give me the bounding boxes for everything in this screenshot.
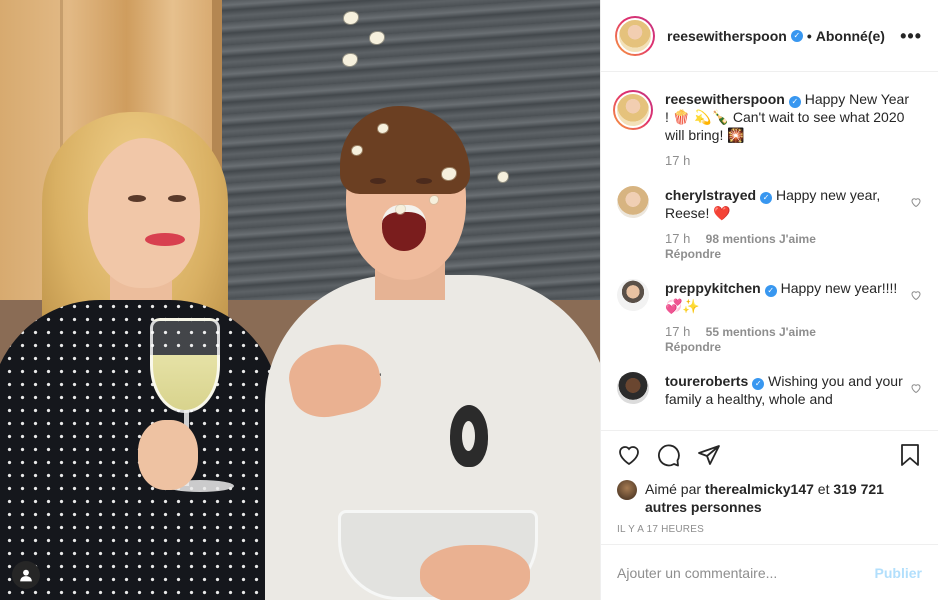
author-avatar[interactable] xyxy=(615,15,655,56)
more-options-icon[interactable]: ••• xyxy=(900,27,922,45)
woman-eye xyxy=(168,195,186,202)
woman-lips xyxy=(145,233,185,246)
comment-avatar[interactable] xyxy=(617,186,649,218)
post-side-panel: reesewitherspoon ✓ • Abonné(e) ••• reese… xyxy=(600,0,938,600)
comment-likes[interactable]: 55 mentions J'aime xyxy=(706,325,816,339)
woman-face xyxy=(88,138,200,288)
comment-avatar[interactable] xyxy=(617,279,649,311)
author-info: reesewitherspoon ✓ • Abonné(e) xyxy=(667,28,885,44)
comment-username[interactable]: toureroberts xyxy=(665,373,748,389)
woman-eye xyxy=(128,195,146,202)
header-separator: • xyxy=(806,27,812,44)
follow-status-button[interactable]: Abonné(e) xyxy=(816,28,885,44)
post-timestamp[interactable]: IL Y A 17 HEURES xyxy=(601,524,938,535)
comment-input[interactable] xyxy=(617,564,875,581)
reply-button[interactable]: Répondre xyxy=(665,247,909,261)
woman-hand xyxy=(138,420,198,490)
likes-text: Aimé par therealmicky147 et 319 721 autr… xyxy=(645,480,922,516)
instagram-post: OFF-WHITE™ reesewitherspoon ✓ • Abonné(e… xyxy=(0,0,938,600)
comments-list[interactable]: reesewitherspoon ✓ Happy New Year ! 🍿 💫🍾 … xyxy=(601,72,938,430)
wine-glass xyxy=(150,318,220,413)
likes-summary: Aimé par therealmicky147 et 319 721 autr… xyxy=(601,480,938,516)
verified-badge-icon: ✓ xyxy=(788,96,801,108)
caption-avatar[interactable] xyxy=(613,90,653,130)
like-comment-heart-icon[interactable] xyxy=(910,289,922,301)
comment: toureroberts ✓ Wishing you and your famil… xyxy=(617,372,922,408)
comment-time[interactable]: 17 h xyxy=(665,231,690,246)
publish-button[interactable]: Publier xyxy=(875,565,922,581)
comment: preppykitchen ✓ Happy new year!!!!💞✨ 17 h… xyxy=(617,279,922,354)
person-icon xyxy=(20,569,32,582)
caption: reesewitherspoon ✓ Happy New Year ! 🍿 💫🍾 … xyxy=(613,90,922,168)
comment-username[interactable]: cherylstrayed xyxy=(665,187,756,203)
reply-button[interactable]: Répondre xyxy=(665,340,909,354)
comment-meta: 17 h 98 mentions J'aime Répondre xyxy=(665,231,909,262)
verified-badge-icon: ✓ xyxy=(764,285,777,297)
caption-time[interactable]: 17 h xyxy=(665,153,690,168)
caption-username[interactable]: reesewitherspoon xyxy=(665,91,785,107)
boy-eye xyxy=(416,178,432,184)
caption-meta: 17 h xyxy=(665,154,909,168)
action-bar xyxy=(601,430,938,478)
author-username[interactable]: reesewitherspoon xyxy=(667,28,787,44)
comment-likes[interactable]: 98 mentions J'aime xyxy=(706,232,816,246)
verified-badge-icon: ✓ xyxy=(760,192,773,204)
verified-badge-icon: ✓ xyxy=(752,378,765,390)
like-comment-heart-icon[interactable] xyxy=(910,382,922,394)
sweatshirt-graphic xyxy=(450,405,488,467)
post-photo[interactable]: OFF-WHITE™ xyxy=(0,0,600,600)
comment-body: preppykitchen ✓ Happy new year!!!!💞✨ 17 h… xyxy=(665,279,909,354)
liker-username[interactable]: therealmicky147 xyxy=(705,481,814,497)
tagged-user-icon[interactable] xyxy=(12,561,40,589)
add-comment-bar: Publier xyxy=(601,544,938,600)
liker-avatar[interactable] xyxy=(617,480,637,500)
caption-body: reesewitherspoon ✓ Happy New Year ! 🍿 💫🍾 … xyxy=(665,90,909,168)
comment-body: cherylstrayed ✓ Happy new year, Reese! ❤️… xyxy=(665,186,909,261)
like-comment-heart-icon[interactable] xyxy=(910,196,922,208)
likes-prefix: Aimé par xyxy=(645,481,702,497)
share-icon[interactable] xyxy=(697,443,721,467)
boy-eye xyxy=(370,178,386,184)
post-header: reesewitherspoon ✓ • Abonné(e) ••• xyxy=(601,0,938,72)
comment-icon[interactable] xyxy=(657,443,681,467)
comment-meta: 17 h 55 mentions J'aime Répondre xyxy=(665,324,909,355)
boy-hand xyxy=(420,545,530,600)
bookmark-icon[interactable] xyxy=(898,443,922,467)
comment-body: toureroberts ✓ Wishing you and your famil… xyxy=(665,372,909,408)
comment-avatar[interactable] xyxy=(617,372,649,404)
heart-icon[interactable] xyxy=(617,443,641,467)
comment-username[interactable]: preppykitchen xyxy=(665,280,761,296)
comment: cherylstrayed ✓ Happy new year, Reese! ❤️… xyxy=(617,186,922,261)
likes-mid: et xyxy=(817,481,830,497)
verified-badge-icon: ✓ xyxy=(790,29,803,42)
comment-time[interactable]: 17 h xyxy=(665,324,690,339)
